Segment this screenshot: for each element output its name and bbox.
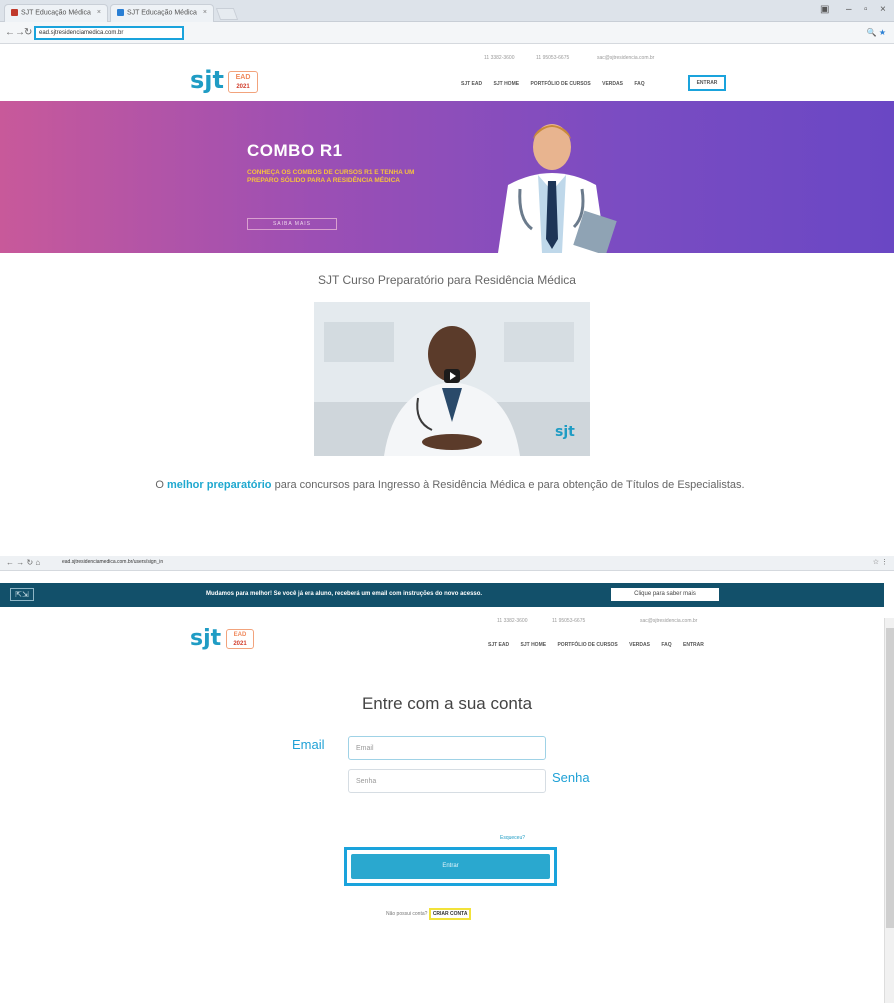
browser-tab[interactable]: SJT Educação Médica × [110, 4, 214, 22]
back-icon[interactable]: ← [5, 27, 15, 38]
nav-buttons-icon[interactable]: ← → ↻ ⌂ [6, 558, 40, 567]
main-nav: SJT EAD SJT HOME PORTFÓLIO DE CURSOS VER… [461, 81, 655, 87]
site-favicon-icon [11, 9, 18, 16]
forgot-password-link[interactable]: Esqueceu? [500, 835, 525, 841]
main-nav-2: SJT EAD SJT HOME PORTFÓLIO DE CURSOS VER… [488, 642, 714, 648]
ead-badge: EAD 2021 [226, 629, 254, 649]
close-window-icon[interactable]: × [880, 4, 886, 15]
doctor-illustration [498, 124, 617, 253]
close-tab-icon[interactable]: × [97, 9, 101, 16]
phone-1: 11 3382-3600 [484, 55, 515, 61]
nav-verdas[interactable]: VERDAS [602, 81, 623, 87]
tagline-pre: O [155, 479, 167, 491]
login-submit-button[interactable]: Entrar [351, 854, 550, 879]
nav-entrar[interactable]: ENTRAR [683, 642, 704, 648]
tagline: O melhor preparatório para concursos par… [150, 474, 750, 496]
browser-tab-bar: SJT Educação Médica × SJT Educação Médica… [0, 0, 894, 22]
nav-faq[interactable]: FAQ [661, 642, 671, 648]
badge-year: 2021 [236, 84, 250, 90]
signup-row: Não possui conta? CRIAR CONTA [386, 908, 472, 920]
scrollbar-thumb[interactable] [886, 628, 894, 928]
phone-1: 11 3382-3600 [497, 618, 528, 624]
badge-ead: EAD [233, 632, 247, 638]
notice-learn-more-button[interactable]: Clique para saber mais [611, 588, 719, 601]
badge-year: 2021 [233, 641, 247, 647]
new-tab-button[interactable] [215, 8, 239, 20]
minimize-icon[interactable]: – [846, 4, 852, 15]
nav-sjt-ead[interactable]: SJT EAD [488, 642, 509, 648]
browser-tab[interactable]: SJT Educação Médica × [4, 4, 108, 22]
nav-sjt-home[interactable]: SJT HOME [494, 81, 520, 87]
contact-bar: 11 3382-3600 11 95053-6675 sac@sjtreside… [0, 55, 894, 65]
close-tab-icon[interactable]: × [203, 9, 207, 16]
profile-icon[interactable]: ▣ [820, 4, 829, 15]
url-input[interactable]: ead.sjtresidenciamedica.com.br [34, 26, 184, 40]
nav-verdas[interactable]: VERDAS [629, 642, 650, 648]
create-account-link[interactable]: CRIAR CONTA [428, 908, 472, 920]
contact-email: sac@sjtresidencia.com.br [597, 55, 655, 61]
hero-banner[interactable]: COMBO R1 CONHEÇA OS COMBOS DE CURSOS R1 … [0, 101, 894, 253]
nav-sjt-ead[interactable]: SJT EAD [461, 81, 482, 87]
expand-icon[interactable]: ⇱⇲ [10, 588, 34, 601]
nav-portfolio[interactable]: PORTFÓLIO DE CURSOS [557, 642, 617, 648]
bookmark-star-icon[interactable]: 🔍 ★ [867, 28, 886, 37]
sjt-logo[interactable]: sjt [190, 626, 221, 651]
bookmark-star-icon[interactable]: ☆ ⋮ [873, 558, 888, 566]
sjt-logo[interactable]: sjt [190, 66, 224, 94]
login-screenshot: ← → ↻ ⌂ ead.sjtresidenciamedica.com.br/u… [0, 556, 894, 1003]
tab-label: SJT Educação Médica [21, 9, 91, 17]
submit-highlight: Entrar [344, 847, 557, 886]
email-annotation: Email [292, 737, 325, 752]
email-field[interactable]: Email [348, 736, 546, 760]
badge-ead: EAD [235, 74, 251, 81]
login-title: Entre com a sua conta [361, 694, 533, 713]
notice-banner: ⇱⇲ Mudamos para melhor! Se você já era a… [0, 583, 884, 607]
url-input-2[interactable]: ead.sjtresidenciamedica.com.br/users/sig… [62, 559, 163, 565]
nav-portfolio[interactable]: PORTFÓLIO DE CURSOS [530, 81, 590, 87]
tagline-highlight: melhor preparatório [167, 479, 272, 491]
play-video-button[interactable] [444, 369, 460, 383]
phone-2: 11 95053-6675 [536, 55, 570, 61]
password-annotation: Senha [552, 770, 590, 785]
nav-faq[interactable]: FAQ [634, 81, 644, 87]
address-bar: ← → ↻ ead.sjtresidenciamedica.com.br 🔍 ★ [0, 22, 894, 44]
signup-prompt: Não possui conta? [386, 911, 428, 917]
hero-subtitle: CONHEÇA OS COMBOS DE CURSOS R1 E TENHA U… [247, 169, 415, 184]
homepage-screenshot: SJT Educação Médica × SJT Educação Médica… [0, 0, 894, 540]
contact-email: sac@sjtresidencia.com.br [640, 618, 698, 624]
tab-label: SJT Educação Médica [127, 9, 197, 17]
password-field[interactable]: Senha [348, 769, 546, 793]
nav-entrar-button[interactable]: ENTRAR [688, 75, 726, 91]
nav-sjt-home[interactable]: SJT HOME [521, 642, 547, 648]
tagline-post: para concursos para Ingresso à Residênci… [271, 479, 745, 491]
hero-title: COMBO R1 [247, 141, 343, 160]
section-title: SJT Curso Preparatório para Residência M… [318, 273, 576, 287]
video-watermark-logo: sjt [555, 424, 575, 440]
address-bar-2: ← → ↻ ⌂ ead.sjtresidenciamedica.com.br/u… [0, 556, 894, 571]
phone-2: 11 95053-6675 [552, 618, 586, 624]
hero-saiba-mais-button[interactable]: SAIBA MAIS [247, 218, 337, 230]
reload-icon[interactable]: ↻ [24, 27, 32, 38]
scrollbar[interactable] [884, 618, 894, 1003]
site-favicon-icon [117, 9, 124, 16]
notice-message: Mudamos para melhor! Se você já era alun… [206, 591, 483, 597]
maximize-icon[interactable]: ▫ [864, 4, 868, 15]
ead-badge: EAD 2021 [228, 71, 258, 93]
